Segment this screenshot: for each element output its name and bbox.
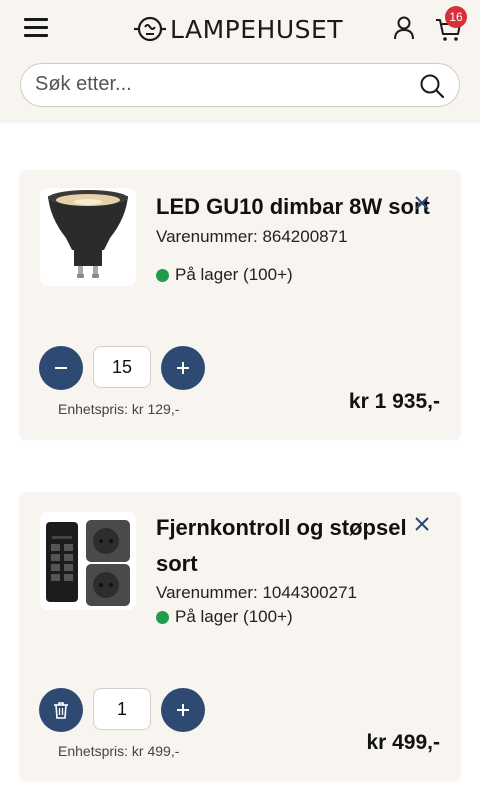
gu10-bulb-image xyxy=(48,190,128,278)
cart-item: LED GU10 dimbar 8W sort Varenummer: 8642… xyxy=(20,170,460,438)
product-name-line-2[interactable]: sort xyxy=(156,546,198,582)
stock-status: På lager (100+) xyxy=(156,607,293,627)
product-name[interactable]: LED GU10 dimbar 8W sort xyxy=(156,189,430,225)
hamburger-menu-icon[interactable] xyxy=(22,14,52,42)
product-name[interactable]: Fjernkontroll og støpsel xyxy=(156,510,407,546)
trash-icon xyxy=(54,702,68,719)
cart-item: Fjernkontroll og støpsel sort Varenummer… xyxy=(20,492,460,780)
close-icon[interactable] xyxy=(412,193,432,213)
minus-icon xyxy=(55,367,67,369)
plus-icon xyxy=(177,362,189,374)
increase-quantity-button[interactable] xyxy=(161,346,205,390)
increase-quantity-button[interactable] xyxy=(161,688,205,732)
product-sku: Varenummer: 1044300271 xyxy=(156,583,357,602)
logo-text: LAMPEHUSET xyxy=(170,14,344,44)
line-total: kr 1 935,- xyxy=(348,390,440,413)
unit-price: Enhetspris: kr 129,- xyxy=(58,401,180,417)
line-total: kr 499,- xyxy=(366,731,440,754)
product-image[interactable] xyxy=(40,188,136,286)
in-stock-dot-icon xyxy=(156,268,169,282)
stock-status: På lager (100+) xyxy=(156,265,293,285)
search-icon[interactable] xyxy=(419,73,445,99)
stock-label: På lager (100+) xyxy=(175,607,293,626)
search-bar xyxy=(20,63,460,107)
product-sku: Varenummer: 864200871 xyxy=(156,227,348,246)
close-icon[interactable] xyxy=(412,514,432,534)
user-icon[interactable] xyxy=(390,14,418,42)
remote-and-plug-image xyxy=(46,520,130,606)
decrease-quantity-button[interactable] xyxy=(39,346,83,390)
site-logo[interactable]: LAMPEHUSET xyxy=(134,10,343,48)
cart-count-badge: 16 xyxy=(445,6,467,28)
product-image[interactable] xyxy=(40,512,136,610)
plus-icon xyxy=(177,704,189,716)
unit-price: Enhetspris: kr 499,- xyxy=(58,743,180,759)
delete-item-button[interactable] xyxy=(39,688,83,732)
stock-label: På lager (100+) xyxy=(175,265,293,284)
quantity-input[interactable] xyxy=(93,688,151,730)
in-stock-dot-icon xyxy=(156,610,169,624)
search-input[interactable] xyxy=(35,64,405,105)
bulb-logo-icon xyxy=(134,16,166,42)
quantity-input[interactable] xyxy=(93,346,151,388)
site-header: LAMPEHUSET 16 xyxy=(0,0,480,120)
